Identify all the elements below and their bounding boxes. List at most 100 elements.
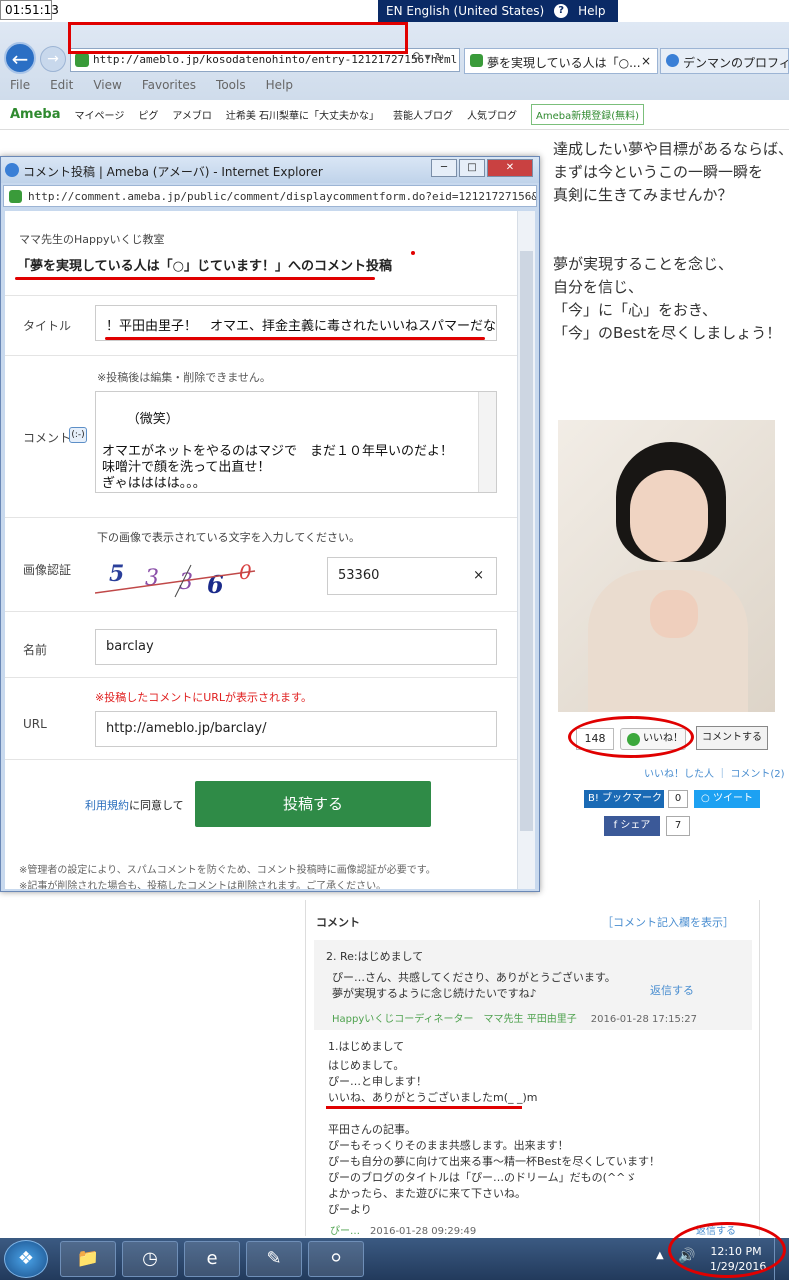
url-label: URL (23, 717, 47, 731)
comment-popup-window: コメント投稿 | Ameba (アメーバ) - Internet Explore… (0, 156, 540, 892)
scroll-thumb[interactable] (520, 251, 533, 831)
bookmark-button[interactable]: B! ブックマーク (584, 790, 664, 808)
form-footnote: ※管理者の設定により、スパムコメントを防ぐため、コメント投稿時に画像認証が必要で… (19, 865, 436, 889)
clock-app-icon[interactable]: ◷ (122, 1241, 178, 1277)
help-label[interactable]: Help (578, 4, 605, 18)
ie-icon (5, 163, 19, 177)
ameba-logo[interactable]: Ameba (10, 107, 61, 122)
bookmark-count: 0 (668, 790, 688, 808)
minimize-icon[interactable]: ─ (431, 159, 457, 177)
tab-profile[interactable]: デンマンのプロフィ (660, 48, 789, 74)
ameba-nav-popular[interactable]: 人気ブログ (467, 107, 517, 122)
close-icon[interactable]: ✕ (487, 159, 533, 177)
captcha-input[interactable]: 53360 × (327, 557, 497, 595)
comment-form: ママ先生のHappyいくじ教室 「夢を実現している人は「○」じています！」へのコ… (5, 211, 517, 889)
ameba-nav-ameblo[interactable]: アメブロ (172, 107, 212, 122)
svg-text:3: 3 (179, 570, 193, 595)
terms-link[interactable]: 利用規約 (85, 799, 129, 812)
search-refresh-icons[interactable]: ⚲ ▾ ↻ (412, 50, 460, 70)
title-label: タイトル (23, 319, 72, 333)
reply-author[interactable]: Happyいくじコーディネーター ママ先生 平田由里子 (332, 1014, 577, 1025)
comment-underline-annotation (326, 1106, 522, 1109)
ameba-header-bar: Ameba マイページ ピグ アメブロ 辻希美 石川梨華に「大丈夫かな」 芸能人… (0, 100, 789, 130)
comments-section: コメント ［コメント記入欄を表示］ 2. Re:はじめまして ぴー…さん、共感し… (305, 900, 760, 1237)
start-button[interactable]: ❖ (4, 1240, 48, 1278)
heading-underline-annotation (15, 277, 375, 280)
tab-label[interactable]: デンマンのプロフィ (683, 56, 788, 70)
comment-author[interactable]: ぴー… (330, 1226, 360, 1237)
comment-button[interactable]: コメントする (696, 726, 768, 750)
popup-url-bar[interactable]: http://comment.ameba.jp/public/comment/d… (3, 185, 537, 207)
reply-link[interactable]: 返信する (650, 982, 694, 998)
menu-file[interactable]: File (10, 78, 30, 92)
ameba-nav-mypage[interactable]: マイページ (75, 107, 125, 122)
svg-text:3: 3 (145, 566, 159, 591)
menu-tools[interactable]: Tools (216, 78, 246, 92)
reply-meta: Happyいくじコーディネーター ママ先生 平田由里子 2016-01-28 17… (332, 1010, 697, 1025)
show-comment-form-link[interactable]: ［コメント記入欄を表示］ (602, 914, 734, 930)
name-label: 名前 (23, 643, 48, 657)
captcha-label: 画像認証 (23, 563, 72, 577)
divider (5, 355, 517, 356)
menu-view[interactable]: View (93, 78, 121, 92)
terms-text: 利用規約に同意して (85, 799, 184, 812)
file-explorer-icon[interactable]: 📁 (60, 1241, 116, 1277)
ameba-favicon-icon (75, 53, 89, 67)
comment-label: コメント (23, 431, 72, 445)
popup-url-text[interactable]: http://comment.ameba.jp/public/comment/d… (28, 190, 536, 203)
tweet-button[interactable]: ○ ツイート (694, 790, 760, 808)
language-bar[interactable]: EN English (United States) ? Help (378, 0, 618, 22)
tab-label[interactable]: 夢を実現している人は「○... (487, 56, 641, 70)
help-icon[interactable]: ? (554, 4, 569, 18)
facebook-share-button[interactable]: f シェア (604, 816, 660, 836)
url-field[interactable]: http://ameblo.jp/barclay/ (95, 711, 497, 747)
reply-date: 2016-01-28 17:15:27 (590, 1014, 697, 1025)
ameba-favicon-icon (9, 190, 22, 203)
ameba-tab-icon (470, 54, 483, 67)
notepad-icon[interactable]: ✎ (246, 1241, 302, 1277)
blog-name: ママ先生のHappyいくじ教室 (19, 233, 165, 246)
captcha-image: 5 3 3 6 0 (95, 560, 256, 599)
name-field[interactable]: barclay (95, 629, 497, 665)
paint-icon[interactable]: ⚪ (308, 1241, 364, 1277)
comment-textarea[interactable]: （微笑） オマエがネットをやるのはマジで まだ１０年早いのだよ！ 味噌汁で顔を洗… (95, 391, 497, 493)
tray-expand-icon[interactable]: ▲ (656, 1250, 664, 1261)
textarea-scrollbar[interactable] (478, 392, 496, 492)
comment-title: 1.はじめまして (328, 1040, 405, 1053)
address-bar[interactable]: http://ameblo.jp/kosodatenohinto/entry-1… (70, 48, 460, 72)
blog-line: 真剣に生きてみませんか？ (553, 186, 733, 204)
title-field[interactable]: ！平田由里子！ オマエ、拝金主義に毒されたいいねスパマーだな！ (95, 305, 497, 341)
internet-explorer-icon[interactable]: e (184, 1241, 240, 1277)
maximize-icon[interactable]: □ (459, 159, 485, 177)
captcha-note: 下の画像で表示されている文字を入力してください。 (97, 531, 361, 544)
menu-edit[interactable]: Edit (50, 78, 73, 92)
ameba-nav-celebrity[interactable]: 芸能人ブログ (393, 107, 453, 122)
emoji-icon[interactable]: (:-) (69, 427, 87, 443)
window-controls: ─ □ ✕ (431, 159, 535, 179)
browser-toolbar: ← → http://ameblo.jp/kosodatenohinto/ent… (0, 22, 789, 118)
divider (5, 295, 517, 296)
address-text[interactable]: http://ameblo.jp/kosodatenohinto/entry-1… (93, 53, 457, 66)
ameba-nav-pigg[interactable]: ピグ (138, 107, 158, 122)
reply-title: 2. Re:はじめまして (326, 950, 424, 963)
divider (5, 517, 517, 518)
submit-button[interactable]: 投稿する (195, 781, 431, 827)
back-arrow-icon[interactable]: ← (4, 42, 36, 74)
top-clock: 01:51:13 (0, 0, 59, 20)
ameba-nav-news[interactable]: 辻希美 石川梨華に「大丈夫かな」 (226, 107, 379, 122)
tab-current[interactable]: 夢を実現している人は「○... × (464, 48, 658, 74)
forward-arrow-icon[interactable]: → (40, 46, 66, 72)
menu-help[interactable]: Help (266, 78, 293, 92)
url-note: ※投稿したコメントにURLが表示されます。 (95, 691, 312, 704)
comment-text: はじめまして。 ぴー…と申します！ いいね、ありがとうございましたm(_ _)m… (328, 1059, 661, 1216)
language-label[interactable]: EN English (United States) (386, 4, 544, 18)
tab-close-icon[interactable]: × (641, 54, 651, 68)
comment-reply: 2. Re:はじめまして ぴー…さん、共感してくださり、ありがとうございます。 … (314, 940, 752, 1030)
menu-favorites[interactable]: Favorites (142, 78, 196, 92)
blog-author-photo (558, 420, 775, 712)
popup-scrollbar[interactable] (517, 211, 535, 889)
like-links[interactable]: いいね！した人 ｜ コメント(2) (644, 765, 789, 780)
register-button[interactable]: Ameba新規登録(無料) (531, 104, 645, 125)
divider (5, 677, 517, 678)
clear-icon[interactable]: × (473, 568, 484, 583)
